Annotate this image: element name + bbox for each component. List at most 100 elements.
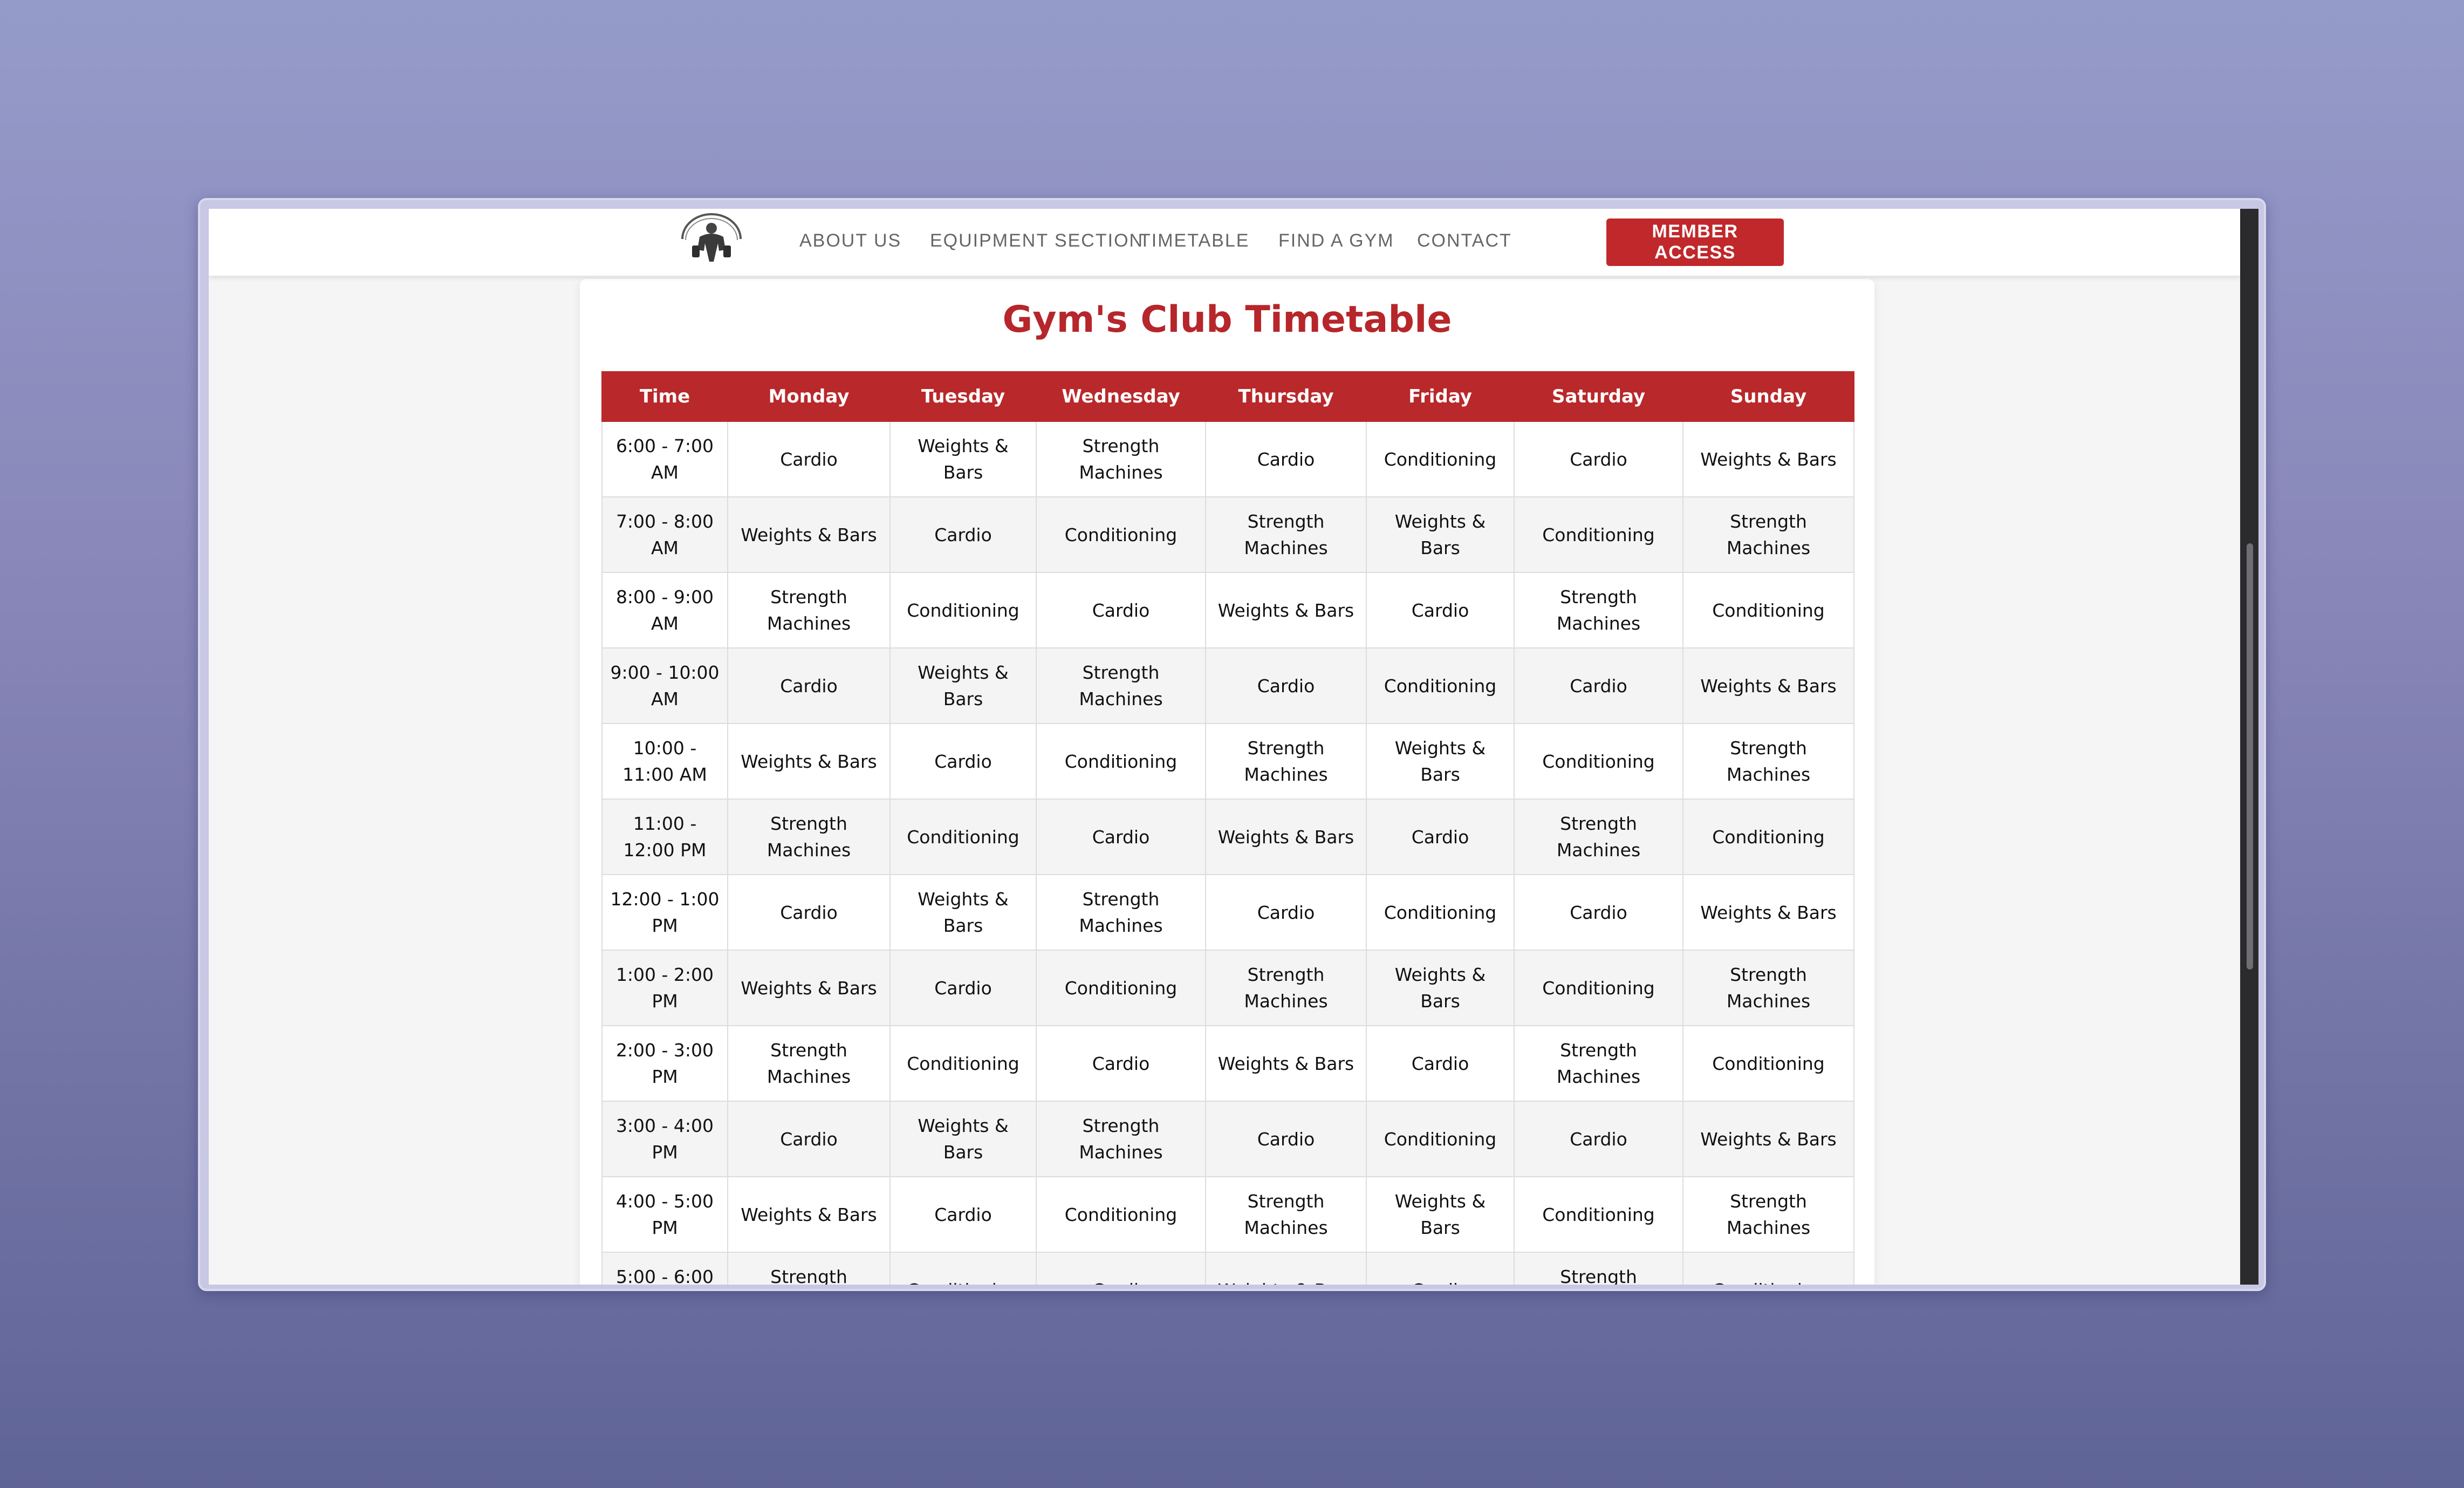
session-cell: Conditioning [1682, 798, 1854, 875]
session-cell: Strength Machines [1205, 950, 1367, 1026]
session-cell: Weights & Bars [889, 421, 1037, 497]
session-cell: Cardio [1366, 572, 1515, 649]
session-cell: Cardio [1205, 874, 1367, 951]
nav-timetable[interactable]: TIMETABLE [1139, 230, 1249, 251]
session-cell: Weights & Bars [1366, 1176, 1515, 1253]
session-cell: Cardio [1514, 421, 1683, 497]
time-slot-cell: 3:00 - 4:00 PM [601, 1101, 728, 1177]
session-cell: Cardio [889, 1176, 1037, 1253]
time-slot-cell: 7:00 - 8:00 AM [601, 496, 728, 573]
session-cell: Weights & Bars [889, 874, 1037, 951]
page-viewport[interactable]: ABOUT US EQUIPMENT SECTION TIMETABLE FIN… [209, 209, 2258, 1285]
session-cell: Conditioning [1514, 1176, 1683, 1253]
time-slot-cell: 11:00 - 12:00 PM [601, 798, 728, 875]
session-cell: Conditioning [1682, 1252, 1854, 1285]
table-header-row: Time Monday Tuesday Wednesday Thursday Friday… [601, 371, 1854, 422]
table-row: 3:00 - 4:00 PM Cardio Weights & Bars Streng… [601, 1101, 1854, 1177]
session-cell: Weights & Bars [889, 647, 1037, 724]
nav-find-a-gym[interactable]: FIND A GYM [1278, 230, 1394, 251]
gym-logo-icon[interactable] [678, 212, 745, 266]
page-title: Gym's Club Timetable [1002, 298, 1452, 341]
nav-about-us[interactable]: ABOUT US [799, 230, 901, 251]
table-row: 5:00 - 6:00 PMStrength MachinesCondition… [601, 1252, 1854, 1285]
session-cell: Conditioning [1366, 421, 1515, 497]
session-cell: Cardio [1036, 1252, 1206, 1285]
session-cell: Cardio [889, 950, 1037, 1026]
session-cell: Strength Machines [1036, 1101, 1206, 1177]
member-access-button[interactable]: MEMBER ACCESS [1606, 219, 1784, 266]
table-body: 6:00 - 7:00 AM Cardio Weights & Bars Streng… [601, 421, 1854, 1285]
session-cell: Weights & Bars [1366, 723, 1515, 800]
session-cell: Conditioning [1682, 572, 1854, 649]
session-cell: Conditioning [889, 572, 1037, 649]
session-cell: Strength Machines [1682, 950, 1854, 1026]
top-navbar: ABOUT US EQUIPMENT SECTION TIMETABLE FIN… [209, 209, 2240, 277]
session-cell: Weights & Bars [1205, 1252, 1367, 1285]
session-cell: Cardio [1366, 798, 1515, 875]
session-cell: Strength Machines [1036, 874, 1206, 951]
session-cell: Conditioning [1366, 1101, 1515, 1177]
session-cell: Weights & Bars [727, 723, 891, 800]
vertical-scrollbar[interactable] [2240, 209, 2258, 1285]
time-slot-cell: 5:00 - 6:00 PM [601, 1252, 728, 1285]
time-slot-cell: 12:00 - 1:00 PM [601, 874, 728, 951]
session-cell: Cardio [1514, 1101, 1683, 1177]
session-cell: Conditioning [1036, 1176, 1206, 1253]
table-row: 4:00 - 5:00 PM Weights & Bars Cardio Condit… [601, 1176, 1854, 1253]
scrollbar-thumb[interactable] [2247, 543, 2253, 970]
session-cell: Cardio [727, 874, 891, 951]
table-row: 9:00 - 10:00 AM Cardio Weights & Bars Stren… [601, 647, 1854, 724]
session-cell: Weights & Bars [727, 496, 891, 573]
table-row: 7:00 - 8:00 AM Weights & Bars Cardio Condit… [601, 496, 1854, 573]
table-row: 12:00 - 1:00 PM Cardio Weights & Bars Stren… [601, 874, 1854, 951]
session-cell: Weights & Bars [1682, 874, 1854, 951]
session-cell: Strength Machines [727, 1252, 891, 1285]
session-cell: Cardio [1036, 572, 1206, 649]
session-cell: Cardio [889, 496, 1037, 573]
table-row: 8:00 - 9:00 AM Strength Machines Condition… [601, 572, 1854, 649]
session-cell: Strength Machines [1514, 1252, 1683, 1285]
session-cell: Conditioning [1514, 950, 1683, 1026]
table-row: 11:00 - 12:00 PM Strength Machines Conditi… [601, 798, 1854, 875]
session-cell: Conditioning [1036, 496, 1206, 573]
session-cell: Strength Machines [727, 798, 891, 875]
column-header-time: Time [601, 371, 728, 422]
nav-equipment-section[interactable]: EQUIPMENT SECTION [930, 230, 1144, 251]
session-cell: Strength Machines [1036, 421, 1206, 497]
session-cell: Weights & Bars [1205, 572, 1367, 649]
time-slot-cell: 1:00 - 2:00 PM [601, 950, 728, 1026]
session-cell: Conditioning [1036, 723, 1206, 800]
time-slot-cell: 2:00 - 3:00 PM [601, 1025, 728, 1102]
session-cell: Weights & Bars [1205, 798, 1367, 875]
session-cell: Conditioning [889, 1252, 1037, 1285]
session-cell: Weights & Bars [1366, 950, 1515, 1026]
session-cell: Cardio [1514, 647, 1683, 724]
time-slot-cell: 4:00 - 5:00 PM [601, 1176, 728, 1253]
nav-contact[interactable]: CONTACT [1417, 230, 1512, 251]
session-cell: Cardio [1366, 1025, 1515, 1102]
timetable-card: Gym's Club Timetable Time Monday Tuesday We… [580, 279, 1874, 1285]
session-cell: Weights & Bars [1366, 496, 1515, 573]
session-cell: Strength Machines [1682, 1176, 1854, 1253]
session-cell: Strength Machines [1514, 1025, 1683, 1102]
column-header-thursday: Thursday [1205, 371, 1367, 422]
session-cell: Strength Machines [727, 572, 891, 649]
session-cell: Strength Machines [727, 1025, 891, 1102]
session-cell: Conditioning [1682, 1025, 1854, 1102]
browser-window: ABOUT US EQUIPMENT SECTION TIMETABLE FIN… [198, 198, 2266, 1291]
session-cell: Cardio [1205, 421, 1367, 497]
session-cell: Cardio [727, 1101, 891, 1177]
session-cell: Conditioning [889, 1025, 1037, 1102]
column-header-sunday: Sunday [1682, 371, 1854, 422]
time-slot-cell: 8:00 - 9:00 AM [601, 572, 728, 649]
session-cell: Cardio [1366, 1252, 1515, 1285]
column-header-friday: Friday [1366, 371, 1515, 422]
column-header-tuesday: Tuesday [889, 371, 1037, 422]
session-cell: Strength Machines [1682, 723, 1854, 800]
timetable-table: Time Monday Tuesday Wednesday Thursday Friday… [601, 371, 1854, 1285]
session-cell: Strength Machines [1205, 1176, 1367, 1253]
session-cell: Conditioning [1514, 723, 1683, 800]
session-cell: Strength Machines [1205, 496, 1367, 573]
time-slot-cell: 10:00 - 11:00 AM [601, 723, 728, 800]
time-slot-cell: 6:00 - 7:00 AM [601, 421, 728, 497]
